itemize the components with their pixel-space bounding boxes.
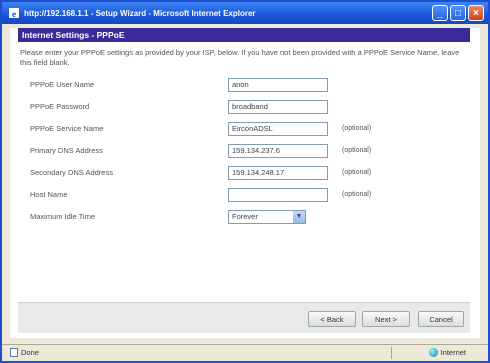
primary-dns-label: Primary DNS Address xyxy=(30,146,103,155)
cancel-button[interactable]: Cancel xyxy=(418,311,464,327)
idle-time-select[interactable]: Forever ▼ xyxy=(228,210,306,224)
button-bar: < Back Next > Cancel xyxy=(18,302,470,333)
field-row-password: PPPoE Password broadband xyxy=(30,100,470,114)
browser-window: e http://192.168.1.1 - Setup Wizard - Mi… xyxy=(0,0,490,363)
password-label: PPPoE Password xyxy=(30,102,90,111)
optional-label: (optional) xyxy=(342,125,372,132)
back-button[interactable]: < Back xyxy=(308,311,356,327)
service-name-label: PPPoE Service Name xyxy=(30,124,104,133)
field-row-service-name: PPPoE Service Name EirconADSL (optional) xyxy=(30,122,470,136)
field-row-idle-time: Maximum Idle Time Forever ▼ xyxy=(30,210,470,224)
field-row-secondary-dns: Secondary DNS Address 159.134.248.17 (op… xyxy=(30,166,470,180)
title-bar: e http://192.168.1.1 - Setup Wizard - Mi… xyxy=(2,2,488,24)
optional-label: (optional) xyxy=(342,169,372,176)
zone-text: Internet xyxy=(440,348,466,357)
maximize-button[interactable]: □ xyxy=(450,5,466,21)
ie-icon: e xyxy=(8,7,20,19)
wizard-content: Internet Settings - PPPoE Please enter y… xyxy=(10,28,480,338)
svg-text:e: e xyxy=(12,9,16,19)
secondary-dns-input[interactable]: 159.134.248.17 xyxy=(228,166,328,180)
globe-icon xyxy=(428,348,438,357)
password-input[interactable]: broadband xyxy=(228,100,328,114)
optional-label: (optional) xyxy=(342,191,372,198)
host-name-label: Host Name xyxy=(30,190,68,199)
idle-time-label: Maximum Idle Time xyxy=(30,212,96,221)
field-row-primary-dns: Primary DNS Address 159.134.237.6 (optio… xyxy=(30,144,470,158)
page-icon xyxy=(10,348,18,357)
minimize-button[interactable]: _ xyxy=(432,5,448,21)
field-row-host-name: Host Name (optional) xyxy=(30,188,470,202)
status-text: Done xyxy=(21,348,39,357)
username-input[interactable]: anon xyxy=(228,78,328,92)
next-button[interactable]: Next > xyxy=(362,311,410,327)
username-label: PPPoE User Name xyxy=(30,80,95,89)
optional-label: (optional) xyxy=(342,147,372,154)
idle-time-value: Forever xyxy=(232,212,258,221)
primary-dns-input[interactable]: 159.134.237.6 xyxy=(228,144,328,158)
close-button[interactable]: × xyxy=(468,5,484,21)
section-title: Internet Settings - PPPoE xyxy=(18,28,470,42)
field-row-username: PPPoE User Name anon xyxy=(30,78,470,92)
window-title: http://192.168.1.1 - Setup Wizard - Micr… xyxy=(24,8,256,18)
secondary-dns-label: Secondary DNS Address xyxy=(30,168,113,177)
chevron-down-icon[interactable]: ▼ xyxy=(293,211,305,223)
intro-text: Please enter your PPPoE settings as prov… xyxy=(20,48,460,67)
status-bar: Done Internet xyxy=(2,344,488,361)
host-name-input[interactable] xyxy=(228,188,328,202)
service-name-input[interactable]: EirconADSL xyxy=(228,122,328,136)
